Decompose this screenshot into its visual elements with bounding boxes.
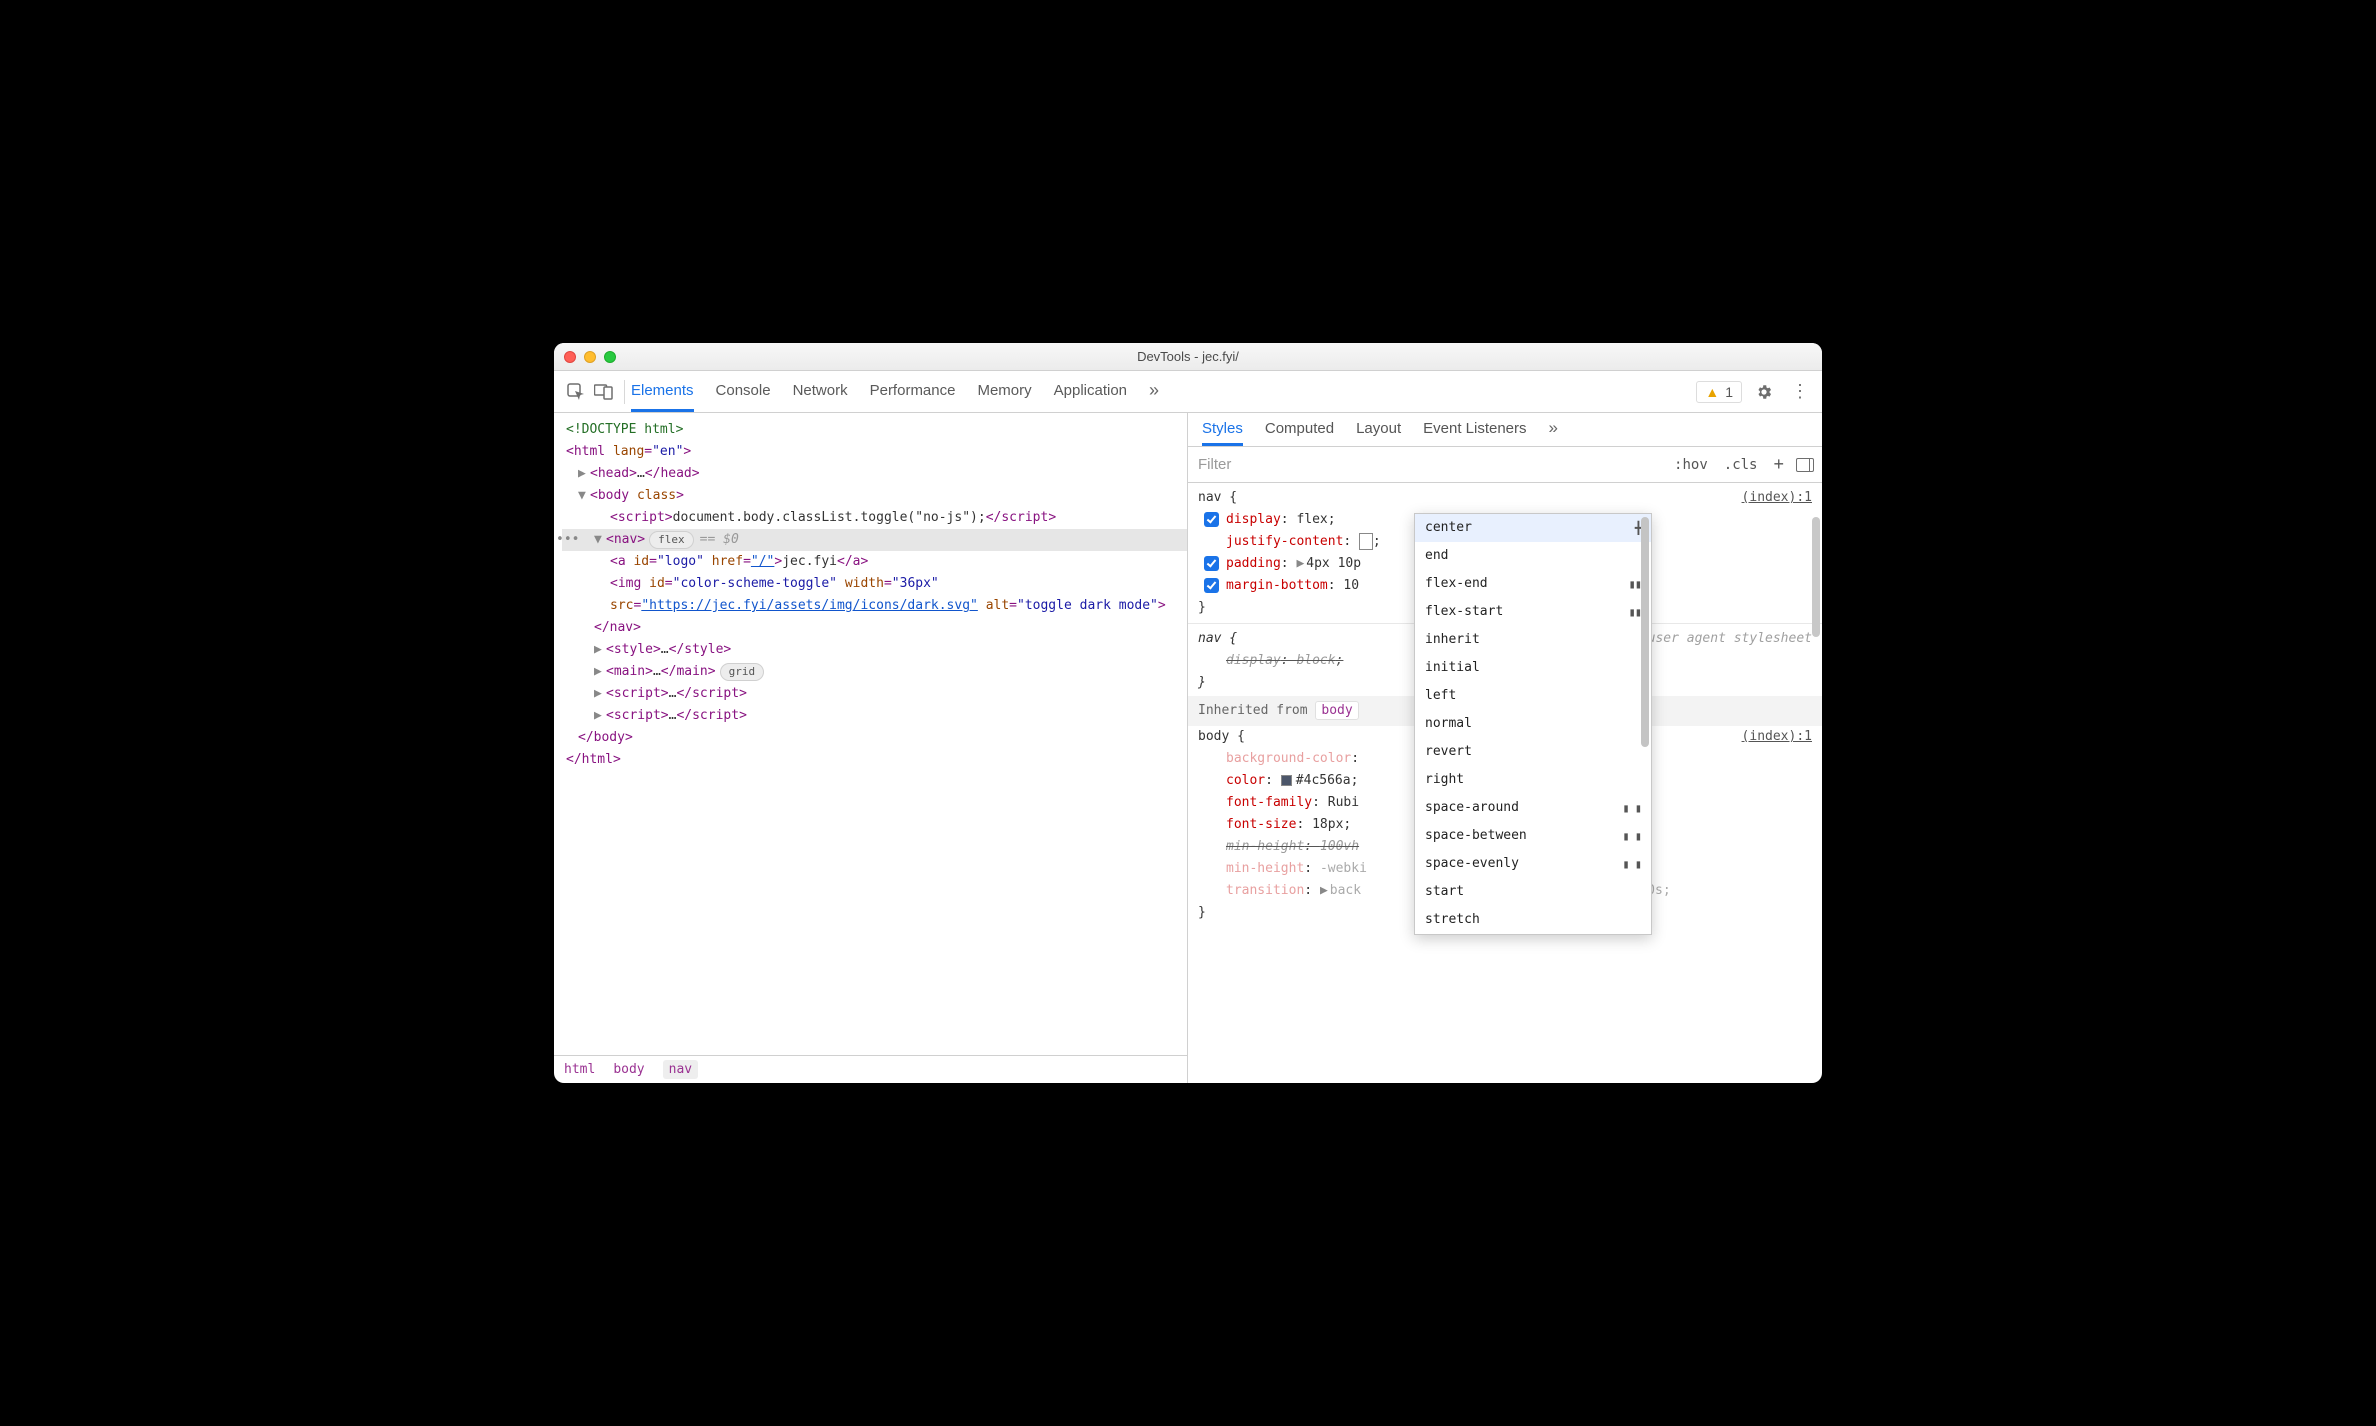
dom-main[interactable]: ▶<main>…</main>grid <box>562 661 1187 683</box>
source-link[interactable]: (index):1 <box>1742 487 1812 509</box>
ac-item-normal[interactable]: normal <box>1415 710 1651 738</box>
styles-panel: Styles Computed Layout Event Listeners »… <box>1188 413 1822 1083</box>
devtools-window: DevTools - jec.fyi/ Elements Console Net… <box>554 343 1822 1083</box>
ac-item-right[interactable]: right <box>1415 766 1651 794</box>
selector[interactable]: nav <box>1198 487 1221 509</box>
close-window-icon[interactable] <box>564 351 576 363</box>
dom-script-inline[interactable]: <script>document.body.classList.toggle("… <box>562 507 1187 529</box>
ac-item-start[interactable]: start <box>1415 878 1651 906</box>
dom-body-close[interactable]: </body> <box>562 727 1187 749</box>
flex-preview-icon: ▮ ▮ <box>1622 825 1641 847</box>
tab-performance[interactable]: Performance <box>870 371 956 412</box>
inspect-element-icon[interactable] <box>562 378 590 406</box>
separator <box>624 380 625 404</box>
dom-panel: <!DOCTYPE html> <html lang="en"> ▶<head>… <box>554 413 1188 1083</box>
warning-icon: ▲ <box>1705 384 1719 400</box>
dom-tree[interactable]: <!DOCTYPE html> <html lang="en"> ▶<head>… <box>554 413 1187 1055</box>
source-link[interactable]: (index):1 <box>1742 726 1812 748</box>
tab-memory[interactable]: Memory <box>977 371 1031 412</box>
tab-layout[interactable]: Layout <box>1356 413 1401 446</box>
tab-styles[interactable]: Styles <box>1202 413 1243 446</box>
dom-html-open[interactable]: <html lang="en"> <box>562 441 1187 463</box>
breadcrumb-body[interactable]: body <box>613 1062 644 1077</box>
breadcrumb-html[interactable]: html <box>564 1062 595 1077</box>
flex-preview-icon: ▮ ▮ <box>1622 853 1641 875</box>
ac-item-flex-start[interactable]: flex-start▮▮ <box>1415 598 1651 626</box>
styles-tabs-overflow-icon[interactable]: » <box>1549 413 1558 446</box>
warning-count: 1 <box>1725 384 1733 400</box>
gutter-dots-icon[interactable]: ••• <box>556 529 579 551</box>
traffic-lights <box>564 351 616 363</box>
flex-badge[interactable]: flex <box>649 531 694 549</box>
hov-toggle[interactable]: :hov <box>1670 455 1712 475</box>
tab-event-listeners[interactable]: Event Listeners <box>1423 413 1526 446</box>
dom-nav-selected[interactable]: •••▼<nav>flex== $0 <box>562 529 1187 551</box>
dollar-zero: == $0 <box>700 532 739 547</box>
ac-item-center[interactable]: center╋ <box>1415 514 1651 542</box>
dom-script1[interactable]: ▶<script>…</script> <box>562 683 1187 705</box>
content: <!DOCTYPE html> <html lang="en"> ▶<head>… <box>554 413 1822 1083</box>
checkbox-icon[interactable] <box>1204 512 1219 527</box>
dom-a-logo[interactable]: <a id="logo" href="/">jec.fyi</a> <box>562 551 1187 573</box>
breadcrumb: html body nav <box>554 1055 1187 1083</box>
ac-item-space-between[interactable]: space-between▮ ▮ <box>1415 822 1651 850</box>
tabs-overflow-icon[interactable]: » <box>1149 371 1159 412</box>
styles-body[interactable]: nav { (index):1 display: flex; justify-c… <box>1188 483 1822 1083</box>
ac-item-space-evenly[interactable]: space-evenly▮ ▮ <box>1415 850 1651 878</box>
ac-item-inherit[interactable]: inherit <box>1415 626 1651 654</box>
ac-item-left[interactable]: left <box>1415 682 1651 710</box>
kebab-menu-icon[interactable]: ⋮ <box>1786 378 1814 406</box>
main-toolbar: Elements Console Network Performance Mem… <box>554 371 1822 413</box>
tab-console[interactable]: Console <box>716 371 771 412</box>
ac-item-stretch[interactable]: stretch <box>1415 906 1651 934</box>
settings-gear-icon[interactable] <box>1750 378 1778 406</box>
ac-item-initial[interactable]: initial <box>1415 654 1651 682</box>
tab-network[interactable]: Network <box>793 371 848 412</box>
warnings-badge[interactable]: ▲ 1 <box>1696 381 1742 403</box>
new-style-rule-icon[interactable]: + <box>1769 454 1788 475</box>
window-title: DevTools - jec.fyi/ <box>1137 349 1239 364</box>
scrollbar-thumb[interactable] <box>1812 517 1820 637</box>
color-swatch-icon[interactable] <box>1281 775 1292 786</box>
device-toggle-icon[interactable] <box>590 378 618 406</box>
inherited-from-element[interactable]: body <box>1315 701 1358 720</box>
ac-item-end[interactable]: end <box>1415 542 1651 570</box>
panel-tabs: Elements Console Network Performance Mem… <box>631 371 1159 412</box>
autocomplete-popup: center╋ end flex-end▮▮ flex-start▮▮ inhe… <box>1414 513 1652 935</box>
tab-computed[interactable]: Computed <box>1265 413 1334 446</box>
dom-doctype[interactable]: <!DOCTYPE html> <box>562 419 1187 441</box>
cls-toggle[interactable]: .cls <box>1720 455 1762 475</box>
grid-badge[interactable]: grid <box>720 663 765 681</box>
ac-item-revert[interactable]: revert <box>1415 738 1651 766</box>
minimize-window-icon[interactable] <box>584 351 596 363</box>
dom-head[interactable]: ▶<head>…</head> <box>562 463 1187 485</box>
tab-elements[interactable]: Elements <box>631 371 694 412</box>
dom-nav-close[interactable]: </nav> <box>562 617 1187 639</box>
checkbox-icon[interactable] <box>1204 578 1219 593</box>
dom-img[interactable]: <img id="color-scheme-toggle" width="36p… <box>562 573 1187 617</box>
dom-style[interactable]: ▶<style>…</style> <box>562 639 1187 661</box>
breadcrumb-nav[interactable]: nav <box>663 1060 698 1079</box>
styles-filter-bar: :hov .cls + <box>1188 447 1822 483</box>
titlebar: DevTools - jec.fyi/ <box>554 343 1822 371</box>
ac-item-space-around[interactable]: space-around▮ ▮ <box>1415 794 1651 822</box>
toolbar-right: ▲ 1 ⋮ <box>1696 378 1814 406</box>
dom-script2[interactable]: ▶<script>…</script> <box>562 705 1187 727</box>
dom-body-open[interactable]: ▼<body class> <box>562 485 1187 507</box>
styles-filter-buttons: :hov .cls + <box>1670 454 1822 475</box>
maximize-window-icon[interactable] <box>604 351 616 363</box>
ac-item-flex-end[interactable]: flex-end▮▮ <box>1415 570 1651 598</box>
tab-application[interactable]: Application <box>1054 371 1127 412</box>
toggle-sidebar-icon[interactable] <box>1796 458 1814 472</box>
styles-tabs: Styles Computed Layout Event Listeners » <box>1188 413 1822 447</box>
dom-html-close[interactable]: </html> <box>562 749 1187 771</box>
styles-filter-input[interactable] <box>1188 447 1670 482</box>
autocomplete-scrollbar[interactable] <box>1640 515 1650 933</box>
checkbox-icon[interactable] <box>1204 556 1219 571</box>
ua-stylesheet-label: user agent stylesheet <box>1648 628 1812 650</box>
flex-preview-icon: ▮ ▮ <box>1622 797 1641 819</box>
